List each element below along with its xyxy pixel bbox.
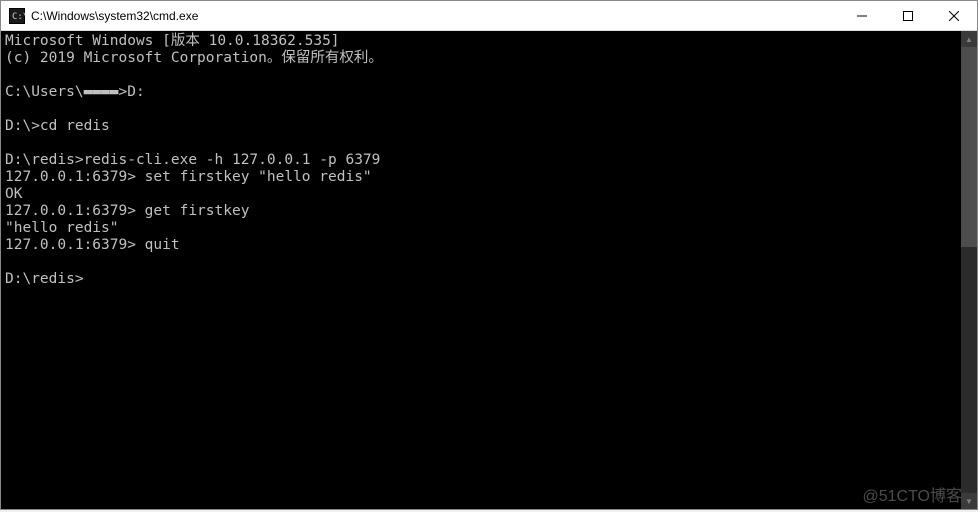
close-button[interactable] [931,1,977,30]
cmd-window: C:\ C:\Windows\system32\cmd.exe Microsof… [0,0,978,510]
svg-text:C:\: C:\ [12,12,25,22]
scroll-up-button[interactable]: ▲ [961,31,977,47]
scroll-thumb[interactable] [961,47,977,247]
terminal-area: Microsoft Windows [版本 10.0.18362.535] (c… [1,31,977,509]
titlebar[interactable]: C:\ C:\Windows\system32\cmd.exe [1,1,977,31]
scrollbar[interactable]: ▲ ▼ [961,31,977,509]
window-title: C:\Windows\system32\cmd.exe [31,9,839,23]
maximize-button[interactable] [885,1,931,30]
scroll-down-button[interactable]: ▼ [961,493,977,509]
cmd-icon: C:\ [9,8,25,24]
window-controls [839,1,977,30]
minimize-button[interactable] [839,1,885,30]
terminal-output[interactable]: Microsoft Windows [版本 10.0.18362.535] (c… [1,31,961,509]
